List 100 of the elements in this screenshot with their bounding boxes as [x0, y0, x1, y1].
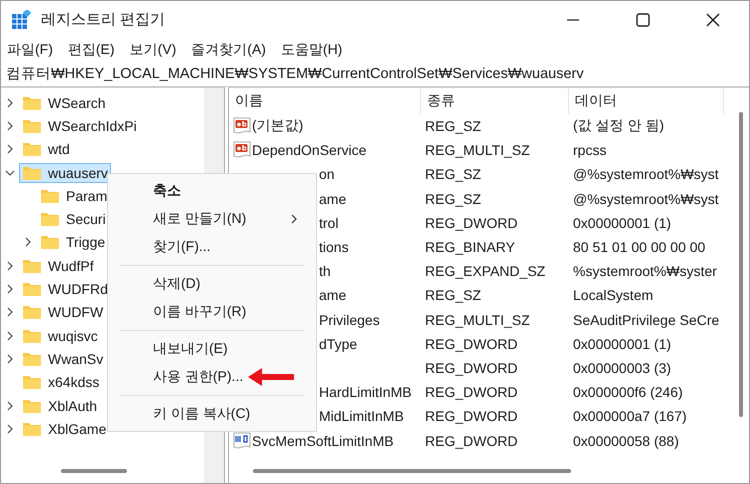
- close-icon[interactable]: [705, 12, 721, 28]
- menu-item[interactable]: 도움말(H): [280, 41, 342, 59]
- value-data: 0x000000a7 (167): [572, 408, 687, 424]
- chevron-icon[interactable]: [5, 307, 15, 318]
- tree-item[interactable]: Securi: [37, 209, 109, 230]
- context-menu-item[interactable]: 내보내기(E): [108, 335, 316, 363]
- value-type: REG_DWORD: [424, 336, 519, 352]
- chevron-icon[interactable]: [5, 120, 15, 131]
- folder-icon: [22, 141, 42, 158]
- value-data: 0x00000001 (1): [572, 336, 672, 352]
- folder-icon: [22, 420, 42, 437]
- column-header[interactable]: 데이터: [569, 88, 724, 114]
- folder-icon: [22, 118, 42, 134]
- value-type: REG_DWORD: [424, 214, 519, 231]
- tree-item[interactable]: WUDFW: [19, 302, 106, 322]
- value-name[interactable]: MidLimitInMB: [319, 408, 404, 424]
- value-type: REG_SZ: [424, 190, 482, 207]
- submenu-chevron-icon: [290, 214, 298, 224]
- value-name[interactable]: (기본값): [252, 117, 304, 136]
- tree-item[interactable]: Param: [37, 186, 110, 206]
- folder-icon: [22, 281, 42, 298]
- value-data: SeAuditPrivilege SeCre: [572, 312, 720, 328]
- value-type: REG_MULTI_SZ: [424, 312, 531, 328]
- context-menu-item[interactable]: 이름 바꾸기(R): [108, 298, 316, 326]
- chevron-icon[interactable]: [5, 424, 15, 434]
- folder-icon: [40, 211, 60, 228]
- value-name[interactable]: on: [319, 166, 335, 182]
- column-header[interactable]: 종류: [421, 88, 569, 114]
- folder-icon: [22, 164, 42, 181]
- tree-item[interactable]: WSearch: [19, 92, 109, 113]
- value-type: REG_DWORD: [424, 360, 519, 376]
- string-value-icon: [233, 141, 251, 160]
- value-type: REG_BINARY: [424, 239, 516, 256]
- value-type: REG_MULTI_SZ: [424, 142, 531, 158]
- tree-item[interactable]: wuauserv: [19, 162, 111, 183]
- menu-item[interactable]: 파일(F): [7, 41, 53, 59]
- folder-icon: [22, 94, 42, 111]
- value-name[interactable]: tions: [319, 239, 349, 256]
- tree-item[interactable]: WSearchIdxPi: [19, 116, 140, 136]
- tree-item[interactable]: wuqisvc: [19, 326, 101, 346]
- value-data: 0x00000001 (1): [572, 214, 672, 231]
- value-type: REG_DWORD: [424, 432, 519, 449]
- value-data: %systemroot%₩syster: [572, 263, 717, 280]
- value-data: rpcss: [572, 142, 606, 158]
- value-data: 0x00000058 (88): [572, 432, 679, 449]
- string-value-icon: [233, 117, 251, 136]
- value-name[interactable]: ame: [319, 287, 346, 304]
- maximize-icon[interactable]: [635, 12, 651, 28]
- folder-icon: [22, 258, 42, 274]
- value-name[interactable]: HardLimitInMB: [319, 384, 412, 400]
- tree-item[interactable]: WudfPf: [19, 256, 97, 276]
- column-header[interactable]: 이름: [229, 88, 421, 114]
- menu-item[interactable]: 보기(V): [130, 41, 176, 59]
- value-type: REG_DWORD: [424, 384, 519, 400]
- folder-icon: [22, 398, 42, 414]
- chevron-icon[interactable]: [5, 98, 15, 108]
- chevron-icon[interactable]: [5, 168, 15, 178]
- folder-icon: [22, 328, 42, 344]
- chevron-icon[interactable]: [5, 144, 15, 154]
- value-data: @%systemroot%₩syst: [572, 190, 719, 207]
- value-type: REG_EXPAND_SZ: [424, 263, 546, 280]
- value-type: REG_DWORD: [424, 408, 519, 424]
- value-type: REG_SZ: [424, 287, 482, 304]
- value-name[interactable]: trol: [319, 214, 338, 231]
- tree-item[interactable]: WwanSv: [19, 348, 106, 369]
- chevron-icon[interactable]: [23, 237, 33, 248]
- value-name[interactable]: ame: [319, 190, 346, 207]
- context-menu-item[interactable]: 찾기(F)...: [108, 233, 316, 261]
- tree-item[interactable]: wtd: [19, 139, 73, 160]
- value-data: (값 설정 안 됨): [572, 117, 664, 136]
- value-name[interactable]: dType: [319, 336, 358, 352]
- value-name[interactable]: DependOnService: [252, 142, 366, 158]
- context-menu-item[interactable]: 삭제(D): [108, 270, 316, 298]
- tree-item[interactable]: Trigge: [37, 232, 108, 252]
- chevron-icon[interactable]: [5, 400, 15, 410]
- context-menu-item[interactable]: 축소: [108, 177, 316, 205]
- tree-item[interactable]: x64kdss: [19, 372, 102, 392]
- folder-icon: [40, 188, 60, 204]
- value-type: REG_SZ: [424, 118, 482, 134]
- chevron-icon[interactable]: [5, 330, 15, 341]
- chevron-icon[interactable]: [5, 354, 15, 364]
- tree-item[interactable]: XblAuth: [19, 396, 100, 416]
- value-data: @%systemroot%₩syst: [572, 166, 719, 182]
- value-name[interactable]: SvcMemSoftLimitInMB: [252, 432, 394, 449]
- tree-item[interactable]: XblGame: [19, 418, 110, 439]
- menu-item[interactable]: 편집(E): [68, 41, 115, 59]
- value-name[interactable]: th: [319, 263, 331, 280]
- folder-icon: [40, 234, 60, 250]
- context-menu-item[interactable]: 새로 만들기(N): [108, 205, 316, 233]
- value-data: 0x000000f6 (246): [572, 384, 683, 400]
- value-name[interactable]: Privileges: [319, 312, 380, 328]
- value-data: 0x00000003 (3): [572, 360, 672, 376]
- menu-item[interactable]: 즐겨찾기(A): [191, 41, 266, 59]
- chevron-icon[interactable]: [5, 284, 15, 294]
- folder-icon: [22, 304, 42, 320]
- chevron-icon[interactable]: [5, 260, 15, 271]
- context-menu-item[interactable]: 키 이름 복사(C): [108, 400, 316, 428]
- folder-icon: [22, 350, 42, 367]
- context-menu-item[interactable]: 사용 권한(P)...: [108, 363, 316, 391]
- tree-item[interactable]: WUDFRd: [19, 279, 111, 300]
